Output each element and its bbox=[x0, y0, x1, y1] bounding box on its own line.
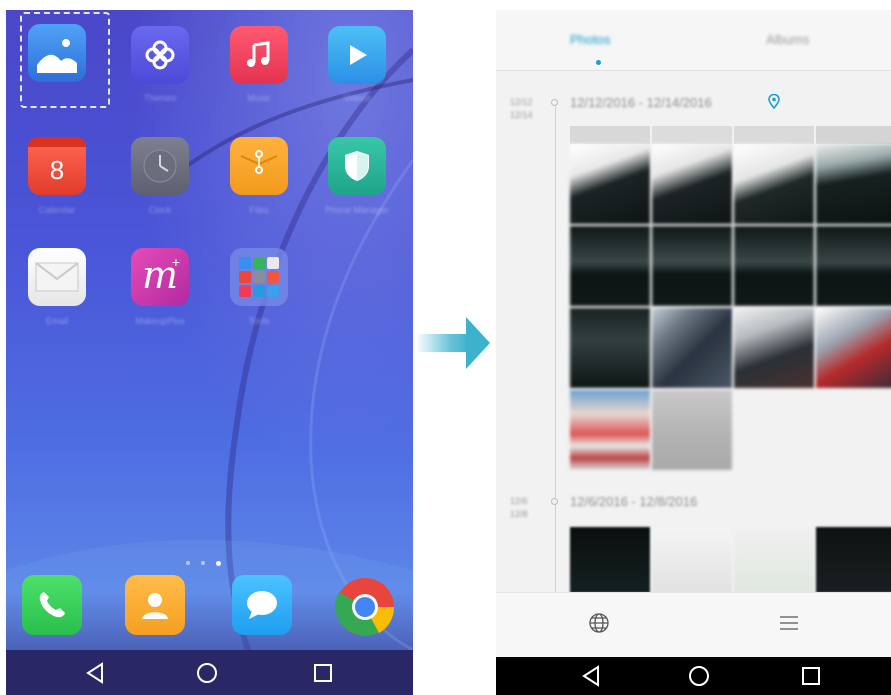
photo-thumbnail[interactable] bbox=[652, 144, 732, 224]
clock-app-label: Clock bbox=[148, 205, 172, 215]
recents-icon[interactable] bbox=[312, 662, 334, 684]
tab-albums[interactable]: Albums bbox=[766, 32, 809, 47]
photo-thumbnail[interactable] bbox=[652, 226, 732, 306]
files-app-label: Files bbox=[249, 205, 269, 215]
group1-photo-grid bbox=[570, 126, 891, 470]
makeupplus-app-icon[interactable]: m + bbox=[131, 248, 189, 306]
photo-thumbnail[interactable] bbox=[570, 226, 650, 306]
photo-thumbnail[interactable] bbox=[570, 390, 650, 470]
email-app-label: Email bbox=[45, 316, 69, 326]
page-indicator bbox=[186, 560, 221, 566]
photo-thumbnail[interactable] bbox=[816, 226, 891, 306]
location-pin-icon[interactable] bbox=[768, 94, 780, 109]
group2-photo-grid bbox=[570, 527, 891, 593]
page-dot bbox=[186, 561, 190, 565]
chrome-app-icon[interactable] bbox=[335, 577, 395, 637]
active-tab-indicator bbox=[596, 60, 601, 65]
phone-manager-app-label: Phone Manager bbox=[324, 205, 390, 215]
photo-thumbnail[interactable] bbox=[570, 527, 650, 593]
music-app-icon[interactable] bbox=[230, 26, 288, 84]
photo-thumbnail[interactable] bbox=[816, 144, 891, 224]
phone-app-icon[interactable] bbox=[22, 575, 82, 635]
themes-app-icon[interactable] bbox=[131, 26, 189, 84]
home-icon[interactable] bbox=[688, 665, 710, 687]
gallery-navigation-bar bbox=[496, 657, 891, 695]
gallery-tab-bar: Photos Albums bbox=[496, 10, 891, 70]
videos-app-icon[interactable] bbox=[328, 26, 386, 84]
contacts-app-icon[interactable] bbox=[125, 575, 185, 635]
photo-thumbnail[interactable] bbox=[816, 308, 891, 388]
calendar-app-icon[interactable]: 8 bbox=[28, 137, 86, 195]
tab-photos[interactable]: Photos bbox=[570, 32, 610, 47]
timeline-node bbox=[551, 99, 558, 106]
group2-side-dates: 12/6 12/8 bbox=[510, 496, 528, 519]
tab-divider bbox=[496, 70, 891, 71]
gallery-highlight-frame bbox=[20, 12, 110, 108]
messages-app-icon[interactable] bbox=[232, 575, 292, 635]
home-screen: Themes Music Videos 8 Calendar Clock Fil… bbox=[6, 10, 413, 695]
menu-icon[interactable] bbox=[778, 612, 800, 634]
calendar-app-label: Calendar bbox=[38, 205, 76, 215]
page-dot-active bbox=[216, 560, 221, 566]
themes-app-label: Themes bbox=[143, 93, 177, 103]
timeline-line bbox=[555, 106, 556, 606]
page-dot bbox=[201, 561, 205, 565]
gallery-screen: Photos Albums 12/12 12/14 12/12/2016 - 12… bbox=[496, 10, 891, 695]
photo-thumbnail[interactable] bbox=[734, 144, 814, 224]
plus-icon: + bbox=[171, 254, 180, 270]
music-app-label: Music bbox=[247, 93, 271, 103]
back-icon[interactable] bbox=[84, 662, 106, 684]
group2-date-range: 12/6/2016 - 12/8/2016 bbox=[570, 494, 698, 509]
home-icon[interactable] bbox=[196, 662, 218, 684]
calendar-day: 8 bbox=[49, 154, 65, 185]
photo-thumbnail[interactable] bbox=[652, 527, 732, 593]
makeupplus-app-label: MakeupPlus bbox=[135, 316, 185, 326]
home-navigation-bar bbox=[6, 650, 413, 695]
gallery-bottom-toolbar bbox=[496, 592, 891, 658]
photo-thumbnail[interactable] bbox=[570, 144, 650, 224]
photo-thumbnail[interactable] bbox=[652, 308, 732, 388]
clock-app-icon[interactable] bbox=[131, 137, 189, 195]
phone-manager-app-icon[interactable] bbox=[328, 137, 386, 195]
globe-icon[interactable] bbox=[588, 612, 610, 634]
videos-app-label: Videos bbox=[343, 93, 371, 103]
files-app-icon[interactable] bbox=[230, 137, 288, 195]
email-app-icon[interactable] bbox=[28, 248, 86, 306]
transition-arrow-icon bbox=[418, 317, 490, 369]
group1-date-range: 12/12/2016 - 12/14/2016 bbox=[570, 95, 712, 110]
tools-folder-icon[interactable] bbox=[230, 248, 288, 306]
photo-thumbnail[interactable] bbox=[734, 226, 814, 306]
photo-thumbnail[interactable] bbox=[816, 527, 891, 593]
photo-thumbnail[interactable] bbox=[652, 390, 732, 470]
photo-thumbnail[interactable] bbox=[570, 308, 650, 388]
back-icon[interactable] bbox=[580, 665, 602, 687]
timeline-node bbox=[551, 498, 558, 505]
tools-folder-label: Tools bbox=[248, 316, 270, 326]
photo-thumbnail[interactable] bbox=[734, 308, 814, 388]
recents-icon[interactable] bbox=[800, 665, 822, 687]
photo-thumbnail[interactable] bbox=[734, 527, 814, 593]
group1-side-dates: 12/12 12/14 bbox=[510, 97, 533, 120]
